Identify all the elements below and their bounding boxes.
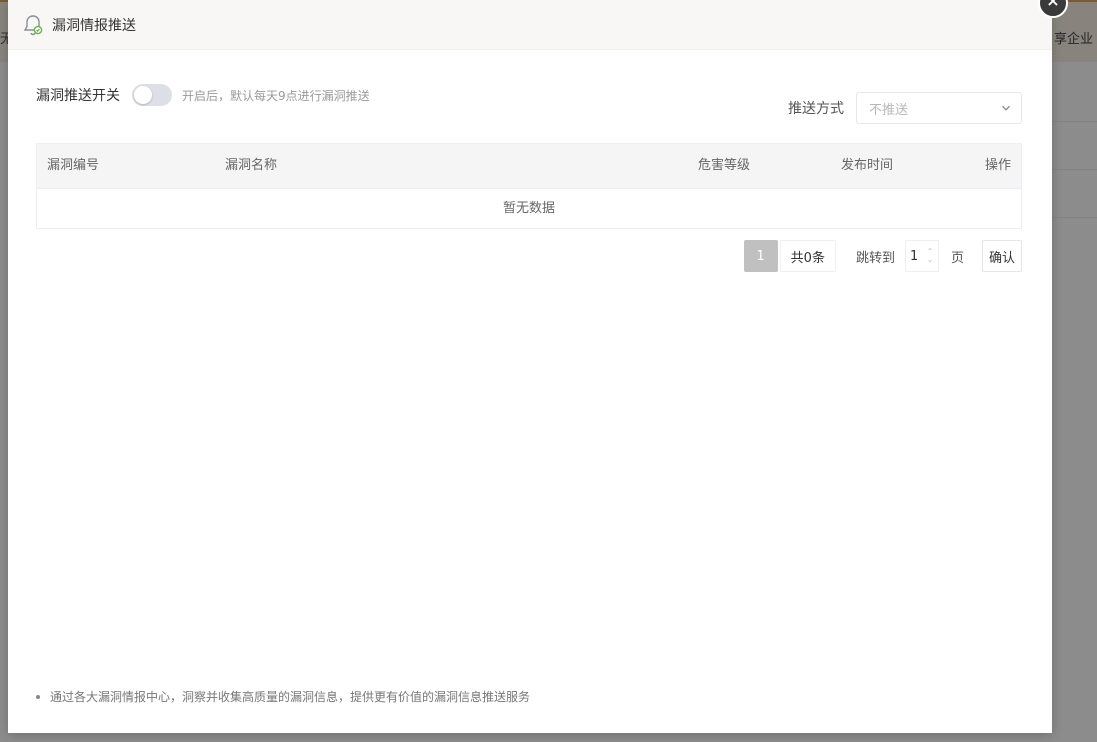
vuln-push-modal: 漏洞情报推送 × 漏洞推送开关 开启后，默认每天9点进行漏洞推送 推送方式 不推… xyxy=(8,0,1068,733)
jump-page-value: 1 xyxy=(909,248,919,264)
vuln-table: 漏洞编号 漏洞名称 危害等级 发布时间 操作 暂无数据 xyxy=(36,143,1022,229)
modal-title: 漏洞情报推送 xyxy=(52,17,136,34)
push-switch-label: 漏洞推送开关 xyxy=(36,88,120,104)
column-header-publish-time: 发布时间 xyxy=(841,158,894,173)
push-switch-hint: 开启后，默认每天9点进行漏洞推送 xyxy=(182,88,370,103)
chevron-down-icon xyxy=(1002,105,1010,111)
total-count: 共0条 xyxy=(779,240,836,272)
column-header-severity: 危害等级 xyxy=(698,158,751,173)
table-header: 漏洞编号 漏洞名称 危害等级 发布时间 操作 xyxy=(37,144,1021,188)
confirm-jump-button[interactable]: 确认 xyxy=(981,240,1022,272)
push-method-row: 推送方式 不推送 xyxy=(788,92,1022,124)
footnote-text: 通过各大漏洞情报中心，洞察并收集高质量的漏洞信息，提供更有价值的漏洞信息推送服务 xyxy=(50,690,531,704)
push-method-label: 推送方式 xyxy=(788,101,844,117)
close-icon: × xyxy=(1046,0,1060,10)
column-header-id: 漏洞编号 xyxy=(47,158,100,173)
page-unit: 页 xyxy=(950,250,964,266)
push-method-value: 不推送 xyxy=(869,102,909,118)
bell-icon xyxy=(20,12,46,38)
push-switch-row: 漏洞推送开关 开启后，默认每天9点进行漏洞推送 xyxy=(36,84,370,106)
column-header-name: 漏洞名称 xyxy=(225,158,278,173)
footnote: 通过各大漏洞情报中心，洞察并收集高质量的漏洞信息，提供更有价值的漏洞信息推送服务 xyxy=(36,688,530,705)
push-method-select[interactable]: 不推送 xyxy=(856,92,1022,124)
table-empty-text: 暂无数据 xyxy=(37,188,1021,228)
column-header-actions: 操作 xyxy=(984,158,1011,173)
push-switch-toggle[interactable] xyxy=(132,84,172,106)
toggle-knob xyxy=(134,86,152,104)
jump-page-input[interactable]: 1 ⌃ ⌄ xyxy=(904,240,939,272)
pagination: 1 共0条 跳转到 1 ⌃ ⌄ 页 确认 xyxy=(743,240,1022,272)
modal-header: 漏洞情报推送 xyxy=(8,0,1052,50)
page-number-button[interactable]: 1 xyxy=(743,240,778,272)
spinner-arrows-icon[interactable]: ⌃ ⌄ xyxy=(925,248,935,266)
jump-label: 跳转到 xyxy=(855,250,895,266)
bullet-icon xyxy=(36,694,40,699)
